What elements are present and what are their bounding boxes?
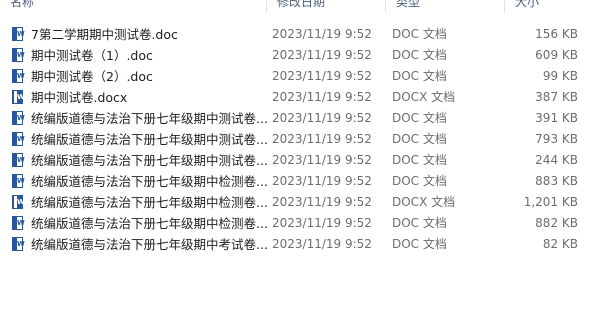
file-name: 统编版道德与法治下册七年级期中检测卷... (31, 216, 267, 231)
file-row[interactable]: W 统编版道德与法治下册七年级期中测试卷... 2023/11/19 9:52 DOC… (0, 129, 608, 150)
file-name: 统编版道德与法治下册七年级期中测试卷... (31, 111, 267, 126)
column-header-name[interactable]: 名称 (0, 0, 266, 12)
file-name: 统编版道德与法治下册七年级期中测试卷... (31, 153, 267, 168)
word-docx-icon: W (12, 90, 25, 104)
file-type: DOC 文档 (392, 111, 447, 125)
file-type: DOC 文档 (392, 153, 447, 167)
file-modified-date: 2023/11/19 9:52 (272, 111, 372, 125)
file-size: 156 KB (535, 27, 578, 41)
word-doc-icon: W (12, 174, 25, 188)
word-doc-icon: W (12, 27, 25, 41)
file-row[interactable]: W 统编版道德与法治下册七年级期中考试卷... 2023/11/19 9:52 DOC… (0, 234, 608, 255)
word-doc-icon: W (12, 111, 25, 125)
file-type: DOCX 文档 (392, 195, 456, 209)
file-name: 统编版道德与法治下册七年级期中检测卷... (31, 174, 267, 189)
file-type: DOC 文档 (392, 216, 447, 230)
file-type: DOC 文档 (392, 27, 447, 41)
file-size: 391 KB (535, 111, 578, 125)
file-size: 1,201 KB (523, 195, 578, 209)
file-modified-date: 2023/11/19 9:52 (272, 90, 372, 104)
word-docx-icon: W (12, 195, 25, 209)
file-name: 7第二学期期中测试卷.doc (31, 27, 178, 42)
file-list: W 7第二学期期中测试卷.doc 2023/11/19 9:52 DOC 文档 156 … (0, 24, 608, 255)
file-type: DOC 文档 (392, 69, 447, 83)
word-doc-icon: W (12, 237, 25, 251)
file-type: DOCX 文档 (392, 90, 456, 104)
file-type: DOC 文档 (392, 237, 447, 251)
file-size: 793 KB (535, 132, 578, 146)
file-row[interactable]: W 统编版道德与法治下册七年级期中检测卷... 2023/11/19 9:52 DOC… (0, 213, 608, 234)
column-header-bar: 名称 修改日期 类型 大小 (0, 0, 608, 20)
file-name: 统编版道德与法治下册七年级期中检测卷... (31, 195, 267, 210)
file-name: 期中测试卷.docx (31, 90, 128, 105)
file-size: 387 KB (535, 90, 578, 104)
column-header-type[interactable]: 类型 (386, 0, 504, 12)
file-size: 244 KB (535, 153, 578, 167)
file-row[interactable]: W 7第二学期期中测试卷.doc 2023/11/19 9:52 DOC 文档 156 … (0, 24, 608, 45)
word-doc-icon: W (12, 153, 25, 167)
file-modified-date: 2023/11/19 9:52 (272, 27, 372, 41)
file-modified-date: 2023/11/19 9:52 (272, 174, 372, 188)
column-header-date[interactable]: 修改日期 (267, 0, 385, 12)
word-doc-icon: W (12, 69, 25, 83)
file-modified-date: 2023/11/19 9:52 (272, 237, 372, 251)
file-row[interactable]: W 统编版道德与法治下册七年级期中检测卷... 2023/11/19 9:52 DOC… (0, 171, 608, 192)
file-row[interactable]: W 统编版道德与法治下册七年级期中测试卷... 2023/11/19 9:52 DOC… (0, 108, 608, 129)
file-modified-date: 2023/11/19 9:52 (272, 195, 372, 209)
file-name: 期中测试卷（1）.doc (31, 48, 153, 63)
file-type: DOC 文档 (392, 174, 447, 188)
column-header-size[interactable]: 大小 (505, 0, 595, 12)
file-type: DOC 文档 (392, 48, 447, 62)
file-row[interactable]: W 统编版道德与法治下册七年级期中测试卷... 2023/11/19 9:52 DOC… (0, 150, 608, 171)
file-size: 882 KB (535, 216, 578, 230)
file-row[interactable]: W 期中测试卷（1）.doc 2023/11/19 9:52 DOC 文档 609 KB (0, 45, 608, 66)
file-modified-date: 2023/11/19 9:52 (272, 216, 372, 230)
word-doc-icon: W (12, 132, 25, 146)
file-modified-date: 2023/11/19 9:52 (272, 132, 372, 146)
word-doc-icon: W (12, 48, 25, 62)
file-name: 统编版道德与法治下册七年级期中测试卷... (31, 132, 267, 147)
file-row[interactable]: W 期中测试卷.docx 2023/11/19 9:52 DOCX 文档 387 KB (0, 87, 608, 108)
file-row[interactable]: W 期中测试卷（2）.doc 2023/11/19 9:52 DOC 文档 99 KB (0, 66, 608, 87)
file-size: 609 KB (535, 48, 578, 62)
file-name: 期中测试卷（2）.doc (31, 69, 153, 84)
file-size: 82 KB (542, 237, 578, 251)
file-modified-date: 2023/11/19 9:52 (272, 69, 372, 83)
file-explorer-list: 名称 修改日期 类型 大小 W 7第二学期期中测试卷.doc 2023/11/19 … (0, 0, 608, 313)
word-doc-icon: W (12, 216, 25, 230)
file-name: 统编版道德与法治下册七年级期中考试卷... (31, 237, 267, 252)
file-size: 883 KB (535, 174, 578, 188)
file-size: 99 KB (542, 69, 578, 83)
file-modified-date: 2023/11/19 9:52 (272, 48, 372, 62)
file-row[interactable]: W 统编版道德与法治下册七年级期中检测卷... 2023/11/19 9:52 DOC… (0, 192, 608, 213)
file-modified-date: 2023/11/19 9:52 (272, 153, 372, 167)
file-type: DOC 文档 (392, 132, 447, 146)
